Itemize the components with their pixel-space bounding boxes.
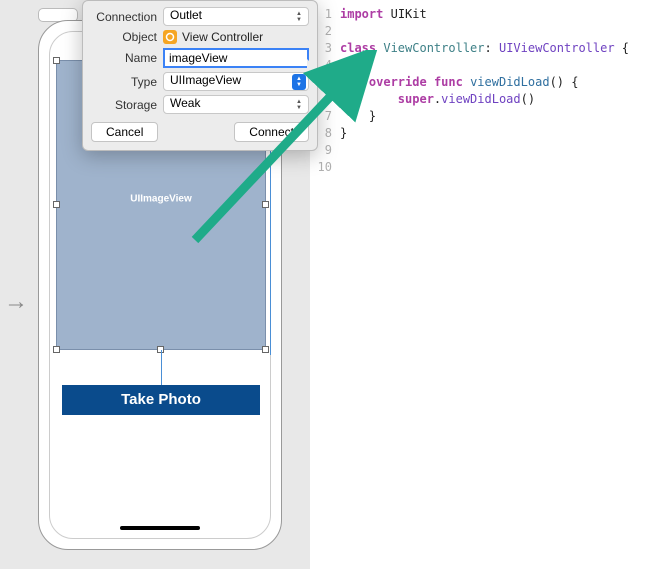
- arrow-right-icon: →: [4, 288, 28, 316]
- take-photo-label: Take Photo: [121, 391, 201, 408]
- source-editor[interactable]: 1 2 3 4 5 6 7 8 9 10 import UIKit class …: [310, 0, 658, 569]
- object-value: View Controller: [182, 30, 263, 44]
- view-controller-icon: [163, 30, 177, 44]
- type-value: UIImageView: [170, 73, 241, 87]
- selection-handle[interactable]: [262, 346, 269, 353]
- constraint-line: [161, 350, 162, 385]
- code-content[interactable]: import UIKit class ViewController: UIVie…: [340, 6, 658, 142]
- current-line-highlight: [310, 159, 658, 176]
- connection-value: Outlet: [170, 8, 202, 22]
- take-photo-button[interactable]: Take Photo: [62, 385, 260, 415]
- name-input[interactable]: [163, 48, 309, 68]
- label-connection: Connection: [91, 10, 157, 24]
- home-indicator: [120, 526, 200, 530]
- connection-select[interactable]: Outlet ▲▼: [163, 7, 309, 26]
- type-select[interactable]: UIImageView ▲▼: [163, 72, 309, 91]
- chevron-up-down-icon: ▲▼: [292, 9, 306, 25]
- storage-value: Weak: [170, 96, 200, 110]
- selection-handle[interactable]: [53, 346, 60, 353]
- label-object: Object: [91, 30, 157, 44]
- outlet-connection-popover: Connection Outlet ▲▼ Object View Control…: [82, 0, 318, 151]
- label-name: Name: [91, 51, 157, 65]
- label-storage: Storage: [91, 98, 157, 112]
- cancel-button[interactable]: Cancel: [91, 122, 158, 142]
- image-view-class-label: UIImageView: [130, 194, 192, 205]
- selection-handle[interactable]: [53, 201, 60, 208]
- chevron-up-down-icon: ▲▼: [292, 97, 306, 113]
- connect-button[interactable]: Connect: [234, 122, 309, 142]
- label-type: Type: [91, 75, 157, 89]
- storage-select[interactable]: Weak ▲▼: [163, 95, 309, 114]
- selection-handle[interactable]: [262, 201, 269, 208]
- chevron-up-down-icon: ▲▼: [292, 74, 306, 90]
- selection-handle[interactable]: [53, 57, 60, 64]
